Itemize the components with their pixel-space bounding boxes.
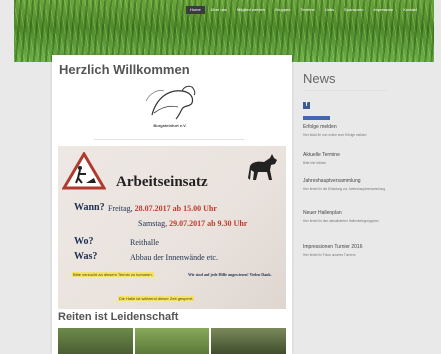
was-label: Was? — [74, 251, 98, 262]
news-divider — [303, 90, 387, 91]
photo-3[interactable] — [211, 328, 287, 354]
page-title: Herzlich Willkommen — [59, 62, 190, 77]
header-banner: Home Über uns Mitglied werden Gruppen Te… — [14, 0, 434, 62]
nav-item-gruppen[interactable]: Gruppen — [271, 6, 295, 14]
main-navigation: Home Über uns Mitglied werden Gruppen Te… — [186, 6, 421, 14]
horse-silhouette-icon — [248, 154, 277, 180]
news-text-termine: Bitte hier klicken — [303, 161, 327, 165]
news-heading-jhv[interactable]: Jahreshauptversammlung — [303, 178, 361, 184]
nav-item-termine[interactable]: Termine — [297, 6, 319, 14]
photo-2[interactable] — [134, 328, 210, 354]
news-text-jhv: Hier findet ihr die Einladung zur Jahres… — [303, 187, 386, 191]
divider — [94, 139, 244, 140]
nav-item-home[interactable]: Home — [186, 6, 205, 14]
wann-line1: Freitag, 28.07.2017 ab 15.00 Uhr — [108, 204, 217, 213]
photo-strip — [58, 328, 287, 354]
news-heading-impressionen[interactable]: Impressionen Turnier 2016 — [303, 244, 362, 250]
flyer-note-2a: Wir sind auf jede Hilfe angewiesen! Viel… — [188, 272, 272, 277]
news-text-erfolge: Hier klickt ihr nun online eure Erfolge … — [303, 133, 367, 137]
main-content: Herzlich Willkommen Burgsteinfurt e.V. A… — [52, 55, 292, 354]
section-title-reiten: Reiten ist Leidenschaft — [58, 311, 179, 323]
logo-caption: Burgsteinfurt e.V. — [153, 123, 187, 128]
wann-line2-value: 29.07.2017 ab 9.30 Uhr — [169, 219, 248, 228]
horse-logo-icon — [145, 85, 196, 120]
news-text-hallenplan: Hier findet ihr den aktualisierten Halle… — [303, 219, 379, 223]
wo-label: Wo? — [74, 236, 94, 247]
nav-item-mitglied-werden[interactable]: Mitglied werden — [233, 6, 269, 14]
club-logo[interactable]: Burgsteinfurt e.V. — [134, 79, 206, 135]
was-value: Abbau der Innenwände etc. — [130, 253, 218, 262]
construction-sign-icon — [62, 152, 106, 190]
nav-item-kontakt[interactable]: Kontakt — [399, 6, 421, 14]
flyer-note-3: Die Halle ist während dieser Zeit gesper… — [118, 296, 195, 301]
wann-line2: Samstag, 29.07.2017 ab 9.30 Uhr — [138, 219, 247, 228]
arbeitseinsatz-flyer[interactable]: Arbeitseinsatz Wann? Freitag, 28.07.2017… — [58, 146, 286, 309]
news-title: News — [303, 71, 336, 86]
nav-item-impressum[interactable]: Impressum — [369, 6, 397, 14]
facebook-icon[interactable]: f — [303, 102, 310, 109]
photo-1[interactable] — [58, 328, 133, 354]
wann-line2-prefix: Samstag, — [138, 219, 168, 228]
wann-line1-prefix: Freitag, — [108, 204, 133, 213]
nav-item-ueber-uns[interactable]: Über uns — [207, 6, 231, 14]
news-heading-hallenplan[interactable]: Neuer Hallenplan — [303, 210, 342, 216]
nav-item-links[interactable]: Links — [321, 6, 338, 14]
wo-value: Reithalle — [130, 238, 159, 247]
wann-line1-value: 28.07.2017 ab 15.00 Uhr — [134, 204, 217, 213]
flyer-note-1: Bitte versucht an diesem Termin zu komme… — [72, 272, 154, 277]
news-text-impressionen: Hier findet ihr Fotos unseres Turniers — [303, 253, 356, 257]
facebook-like-button[interactable] — [303, 116, 330, 120]
news-heading-termine[interactable]: Aktuelle Termine — [303, 152, 340, 158]
news-heading-erfolge[interactable]: Erfolge melden — [303, 124, 337, 130]
flyer-title: Arbeitseinsatz — [116, 174, 208, 190]
nav-item-sponsoren[interactable]: Sponsoren — [340, 6, 367, 14]
wann-label: Wann? — [74, 202, 105, 213]
